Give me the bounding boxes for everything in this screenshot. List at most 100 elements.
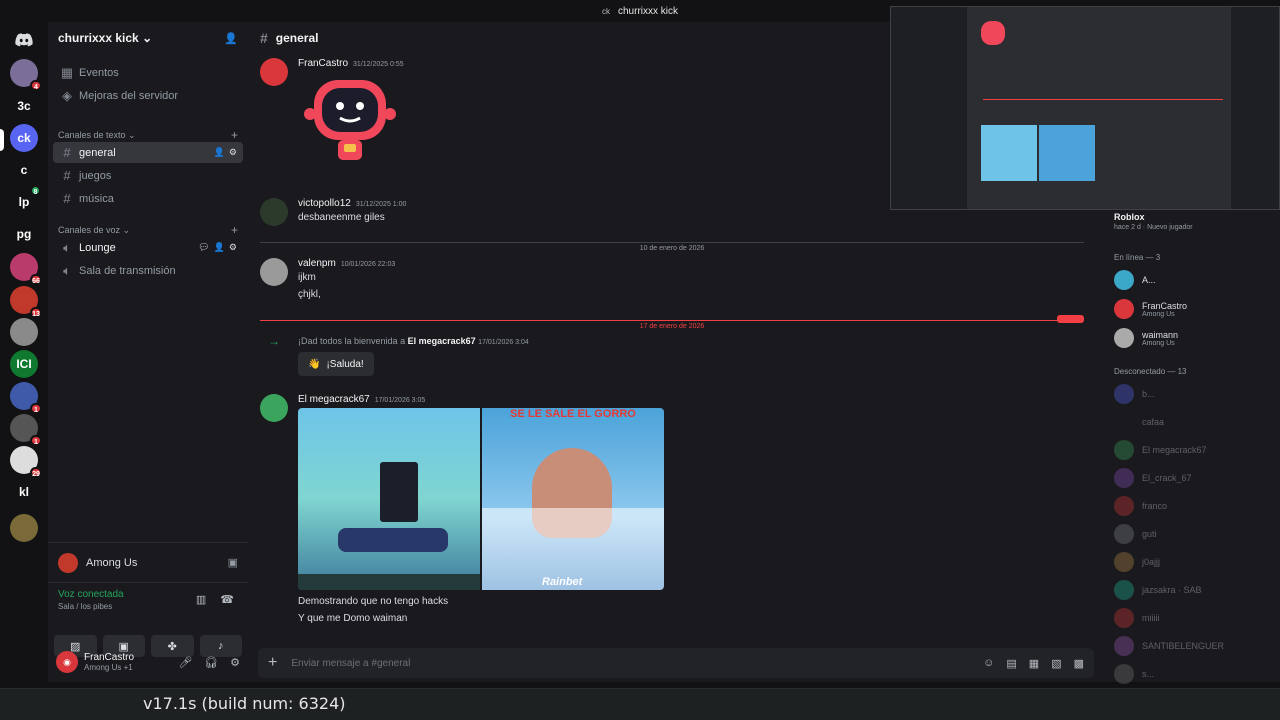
channel-juegos[interactable]: # juegos	[53, 165, 243, 186]
add-channel-icon[interactable]: +	[231, 223, 238, 237]
member-name: franco	[1142, 501, 1168, 511]
member-name: FranCastro	[1142, 300, 1188, 311]
avatar[interactable]	[260, 58, 288, 86]
invite-icon[interactable]: 👤	[224, 32, 238, 45]
member-item[interactable]: A...	[1114, 268, 1156, 292]
member-item[interactable]: b...	[1114, 382, 1155, 406]
among-us-icon	[58, 552, 78, 573]
server-icon[interactable]: 3c	[10, 92, 38, 120]
server-icon[interactable]	[10, 514, 38, 542]
window-icon-label: ck	[601, 6, 610, 16]
channel-musica[interactable]: # música	[53, 188, 243, 209]
member-item[interactable]: waimann Among Us	[1114, 326, 1178, 350]
chat-icon[interactable]: 💬︎	[198, 242, 209, 253]
activity-action-icon[interactable]: ▣	[228, 556, 238, 569]
activity-row[interactable]: Among Us ▣	[48, 543, 248, 583]
boosts-item[interactable]: ◈ Mejoras del servidor	[53, 85, 243, 106]
attachment-image[interactable]: SE LE SALE EL GORRO Rainbet	[482, 408, 664, 590]
member-item[interactable]: j0ajjj	[1114, 550, 1160, 574]
server-icon[interactable]: 13	[10, 286, 42, 318]
message-author[interactable]: valenpm	[298, 258, 336, 269]
server-icon[interactable]: ck	[10, 124, 38, 152]
disconnect-icon[interactable]: ☎	[220, 593, 234, 606]
wave-sticker-icon: 👋	[308, 358, 321, 370]
member-item[interactable]: jazsakra · SAB	[1114, 578, 1202, 602]
member-item[interactable]: miiiii	[1114, 606, 1160, 630]
guild-header[interactable]: churrixxx kick ⌄ 👤	[48, 22, 248, 54]
server-icon[interactable]: 29	[10, 446, 42, 478]
server-label: pg	[16, 227, 32, 241]
member-name: b...	[1142, 389, 1155, 399]
message-author[interactable]: victopollo12	[298, 198, 351, 209]
member-item[interactable]: SANTIBELENGUER	[1114, 634, 1224, 658]
server-icon[interactable]: ICI	[10, 350, 38, 378]
image-icon[interactable]: ▧	[1051, 657, 1061, 670]
stream-preview[interactable]	[890, 6, 1280, 210]
headphones-icon[interactable]: 🎧︎	[204, 656, 218, 669]
server-icon[interactable]: 1	[10, 382, 42, 414]
gift-icon[interactable]: ☺	[983, 657, 994, 670]
server-icon[interactable]	[10, 318, 38, 346]
server-icon[interactable]: c	[10, 156, 38, 184]
member-item[interactable]: FranCastro Among Us	[1114, 297, 1187, 321]
mention-badge: 1	[30, 435, 42, 446]
mention-badge: 1	[30, 403, 42, 414]
avatar	[1114, 328, 1134, 348]
mic-icon[interactable]: 🎤︎	[178, 656, 192, 669]
gif-icon[interactable]: ▤	[1006, 657, 1016, 670]
gear-icon[interactable]: ⚙	[229, 147, 237, 158]
preview-image	[1039, 125, 1095, 181]
message-composer[interactable]: + Enviar mensaje a #general ☺ ▤ ▦ ▧ ▩	[258, 648, 1094, 678]
server-icon[interactable]: lp 8	[10, 185, 41, 216]
attachment-image[interactable]	[298, 408, 480, 590]
voice-location[interactable]: Sala / los pibes	[58, 602, 124, 611]
gear-icon[interactable]: ⚙	[229, 242, 237, 253]
voice-channel-stream[interactable]: 🔈︎ Sala de transmisión	[53, 260, 243, 281]
robot-sticker[interactable]	[300, 74, 400, 166]
avatar[interactable]: ◉	[56, 651, 78, 673]
avatar[interactable]	[260, 258, 288, 286]
voice-channel-lounge[interactable]: 🔈︎ Lounge 💬︎ 👤 ⚙	[53, 237, 243, 258]
avatar	[1114, 270, 1134, 290]
welcome-user[interactable]: El megacrack67	[408, 336, 476, 346]
member-item[interactable]: El megacrack67	[1114, 438, 1207, 462]
member-name: El megacrack67	[1142, 445, 1207, 455]
text-category[interactable]: Canales de texto ⌄ +	[58, 128, 238, 142]
member-name: El_crack_67	[1142, 473, 1192, 483]
member-item[interactable]: El_crack_67	[1114, 466, 1192, 490]
events-item[interactable]: ▦ Eventos	[53, 62, 243, 83]
member-item[interactable]: cafaa	[1114, 410, 1164, 434]
add-attachment-icon[interactable]: +	[268, 654, 277, 672]
gear-icon[interactable]: ⚙	[230, 656, 240, 669]
member-item[interactable]: guti	[1114, 522, 1157, 546]
server-icon[interactable]: 1	[10, 414, 42, 446]
member-item[interactable]: franco	[1114, 494, 1167, 518]
server-icon[interactable]: 4	[10, 59, 42, 91]
member-name: j0ajjj	[1142, 557, 1161, 567]
discord-home-button[interactable]	[10, 26, 38, 54]
message-author[interactable]: El megacrack67	[298, 394, 370, 405]
member-item[interactable]: s...	[1114, 662, 1154, 686]
noise-suppression-icon[interactable]: ▥	[196, 593, 206, 606]
member-name: jazsakra · SAB	[1142, 585, 1202, 595]
hud-bar	[298, 574, 480, 590]
wave-button[interactable]: 👋 ¡Saluda!	[298, 352, 374, 376]
server-icon[interactable]: kl	[10, 478, 38, 506]
server-icon[interactable]: pg	[10, 220, 38, 248]
add-channel-icon[interactable]: +	[231, 128, 238, 142]
hash-icon: #	[63, 145, 71, 160]
invite-icon[interactable]: 👤	[214, 242, 225, 253]
channel-general[interactable]: # general 👤 ⚙	[53, 142, 243, 163]
preview-sticker	[981, 21, 1005, 45]
voice-category[interactable]: Canales de voz ⌄ +	[58, 223, 238, 237]
apps-icon[interactable]: ▩	[1074, 657, 1084, 670]
invite-icon[interactable]: 👤	[214, 147, 225, 158]
avatar[interactable]	[260, 198, 288, 226]
server-icon[interactable]: 66	[10, 253, 42, 285]
sticker-icon[interactable]: ▦	[1029, 657, 1039, 670]
message-author[interactable]: FranCastro	[298, 58, 348, 69]
avatar[interactable]	[260, 394, 288, 422]
channel-label: general	[79, 146, 116, 159]
message-time: 31/12/2025 1:00	[355, 201, 407, 208]
window-title: churrixxx kick	[617, 5, 678, 17]
